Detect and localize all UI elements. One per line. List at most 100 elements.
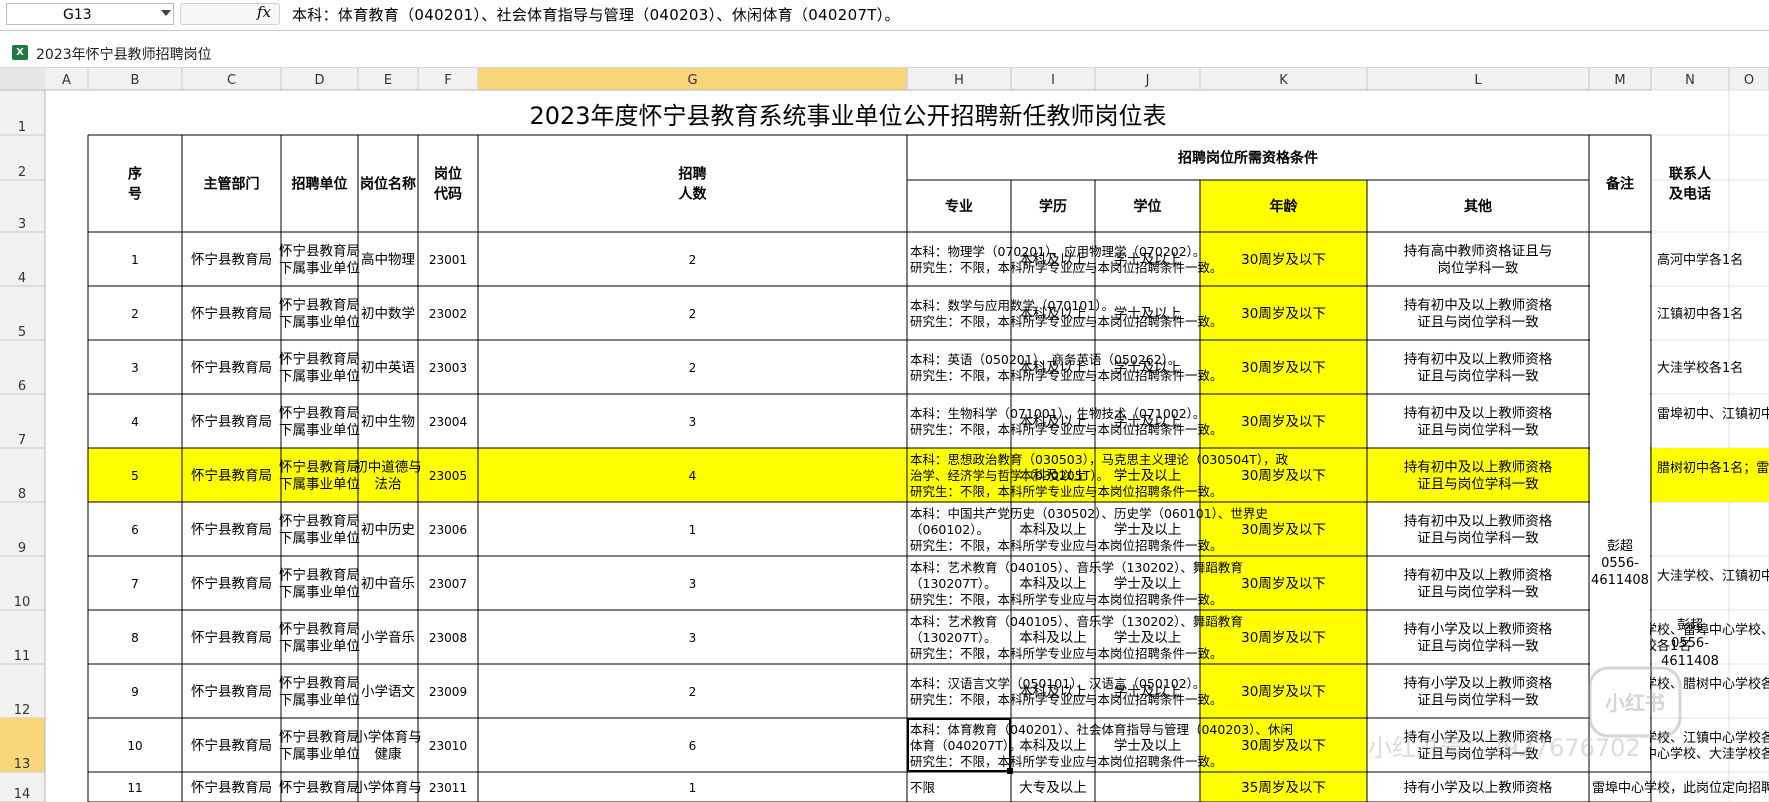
cell-edu: 本科及以上 [1019,252,1087,268]
cell-major-line: 研究生：不限，本科所学专业应与本岗位招聘条件一致。 [910,754,1223,769]
cell-other-line: 证且与岗位学科一致 [1417,315,1539,331]
row-header-3[interactable]: 3 [18,217,26,232]
column-header-M[interactable]: M [1614,73,1625,88]
function-icon[interactable]: fx [257,3,271,21]
row-header-2[interactable]: 2 [18,165,26,180]
column-header-L[interactable]: L [1474,73,1482,88]
cell-count: 3 [689,415,697,429]
column-header-H[interactable]: H [954,73,964,88]
cell-edu-line: 本科及以上 [1019,522,1087,538]
column-header-A[interactable]: A [62,73,71,88]
cell-seq-line: 4 [131,415,139,429]
chevron-down-icon[interactable] [161,10,171,16]
row-header-9[interactable]: 9 [18,541,26,556]
cell-count: 2 [689,253,697,267]
cell-major-line: 研究生：不限，本科所学专业应与本岗位招聘条件一致。 [910,484,1223,499]
row-header-12[interactable]: 12 [14,703,31,718]
formula-input[interactable]: 本科：体育教育（040201）、社会体育指导与管理（040203）、休闲体育（0… [292,4,900,25]
formula-bar: G13 fx 本科：体育教育（040201）、社会体育指导与管理（040203）… [0,0,1769,31]
cell-post-line: 小学体育与 [354,730,422,746]
table-row: 11 怀宁县教育局 怀宁县教育局小学体育与 23011 1 不限 大专及以上 35周岁及以下持… [127,772,1769,802]
cell-edu: 本科及以上 [1019,684,1087,700]
header-seq: 序号 [128,166,142,203]
column-header-J[interactable]: J [1145,73,1150,88]
cell-degree: 学士及以上 [1114,630,1182,646]
row-header-6[interactable]: 6 [18,379,26,394]
cell-dept: 怀宁县教育局 [191,467,272,484]
cell-code-line: 23005 [429,469,467,483]
row-header-7[interactable]: 7 [18,433,26,448]
column-header-G[interactable]: G [687,73,697,88]
cell-dept: 怀宁县教育局 [191,683,272,700]
cell-post-line: 初中音乐 [361,575,415,592]
column-header-K[interactable]: K [1279,73,1288,88]
cell-seq-line: 8 [131,631,139,645]
cell-seq-line: 6 [131,523,139,537]
contact-info-line: 彭超 [1607,539,1633,554]
row-header-14[interactable]: 14 [14,787,31,802]
cell-edu: 本科及以上 [1019,414,1087,430]
column-header-B[interactable]: B [131,73,140,88]
cell-degree-line: 学士及以上 [1114,414,1182,430]
row-header-8[interactable]: 8 [18,487,26,502]
cell-degree: 学士及以上 [1114,576,1182,592]
column-header-N[interactable]: N [1685,73,1695,88]
fill-handle[interactable] [1007,768,1013,774]
row-header-5[interactable]: 5 [18,325,26,340]
header-code-line: 岗位 [434,166,462,183]
header-major-line: 专业 [945,198,973,215]
column-header-F[interactable]: F [444,73,451,88]
cell-dept: 怀宁县教育局 [191,413,272,430]
row-header-11[interactable]: 11 [14,649,31,664]
cell-degree: 学士及以上 [1114,306,1182,322]
select-all-corner[interactable] [0,68,45,90]
cell-major-line: 本科：中国共产党历史（030502）、历史学（060101）、世界史 [910,506,1268,521]
cell-other: 持有高中教师资格证且与岗位学科一致 [1404,243,1553,277]
column-header-O[interactable]: O [1744,73,1754,88]
cell-age-line: 30周岁及以下 [1241,360,1326,376]
cell-code-line: 23007 [429,577,467,591]
header-contact-line: 及电话 [1669,186,1711,203]
cell-count: 1 [689,781,697,795]
cell-dept-line: 怀宁县教育局 [191,683,272,700]
cell-unit-line: 下属事业单位 [279,423,360,439]
cell-remark: 雷埠中心学校，此岗位定向招聘在 [1592,780,1769,796]
cell-post: 初中音乐 [361,575,415,592]
row-header-13[interactable]: 13 [14,757,31,772]
column-header-E[interactable]: E [384,73,392,88]
header-post: 岗位名称 [360,176,416,193]
cell-dept: 怀宁县教育局 [191,305,272,322]
header-remark-line: 备注 [1605,176,1634,193]
column-header-C[interactable]: C [227,73,236,88]
cell-seq: 10 [127,739,142,753]
spreadsheet-grid[interactable]: A B C D E F G H I J K L M N O12345678910111213142023年度… [0,68,1769,802]
cell-other: 持有小学及以上教师资格证且与岗位学科一致 [1404,676,1553,709]
cell-degree: 学士及以上 [1114,468,1182,484]
header-dept-line: 主管部门 [204,176,260,193]
cell-seq: 5 [131,469,139,483]
cell-other-line: 证且与岗位学科一致 [1417,369,1539,385]
row-header-10[interactable]: 10 [14,595,31,610]
cell-code: 23007 [429,577,467,591]
cell-code: 23009 [429,685,467,699]
cell-edu: 本科及以上 [1019,306,1087,322]
column-header-I[interactable]: I [1051,73,1055,88]
header-count: 招聘人数 [679,166,708,203]
cell-age-line: 30周岁及以下 [1241,252,1326,268]
name-box[interactable]: G13 [6,3,174,25]
cell-post-line: 小学音乐 [361,629,415,646]
row-header-1[interactable]: 1 [18,120,26,135]
header-education-line: 学历 [1039,198,1067,215]
cell-age: 30周岁及以下 [1241,522,1326,538]
cell-unit-line: 下属事业单位 [279,531,360,547]
cell-count-line: 1 [689,523,697,537]
column-header-D[interactable]: D [314,73,324,88]
cell-dept: 怀宁县教育局 [191,629,272,646]
cell-post-line: 健康 [375,746,402,763]
header-qualifications: 招聘岗位所需资格条件 [1178,150,1318,167]
cell-other-line: 持有小学及以上教师资格 [1404,676,1553,692]
cell-count-line: 3 [689,631,697,645]
cell-code: 23003 [429,361,467,375]
row-header-4[interactable]: 4 [18,271,26,286]
header-contact-line: 联系人 [1669,166,1712,183]
